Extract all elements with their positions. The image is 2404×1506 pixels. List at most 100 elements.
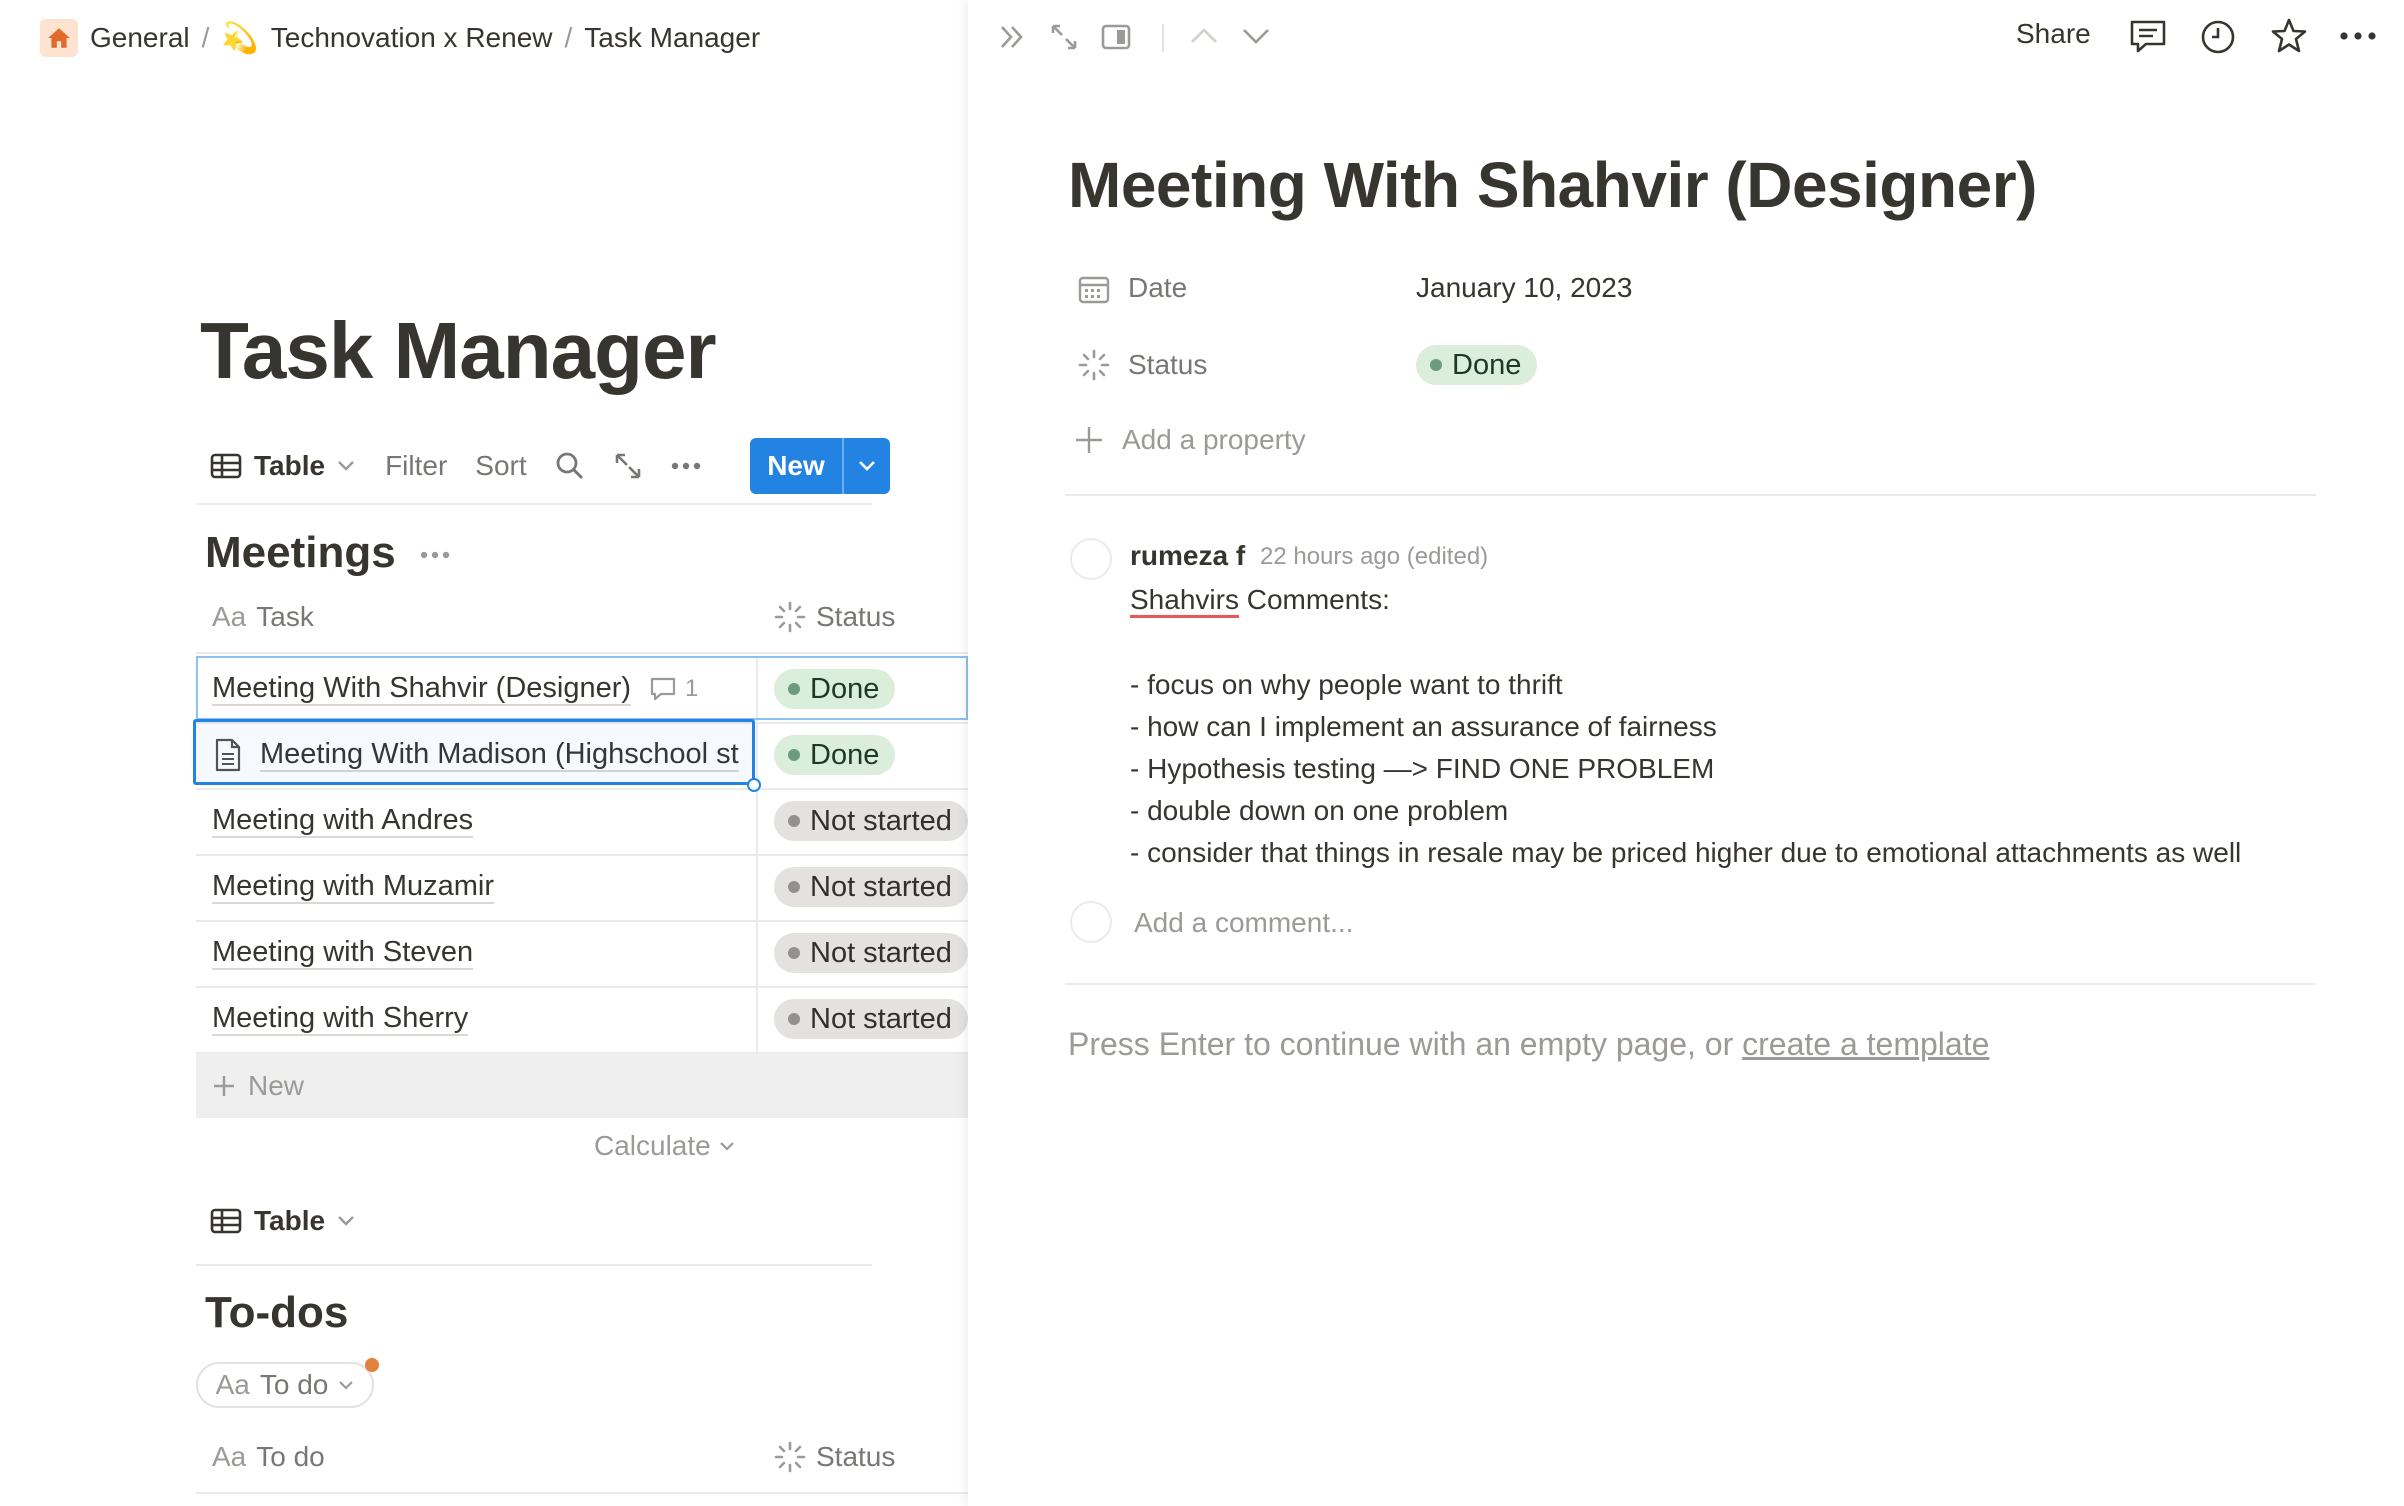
breadcrumb-item-task-manager[interactable]: Task Manager [584, 22, 760, 54]
todo-filter-chip[interactable]: Aa To do [196, 1362, 374, 1408]
page-title[interactable]: Task Manager [200, 305, 717, 397]
add-row-button[interactable]: New [196, 1054, 968, 1118]
status-cell[interactable]: Not started [774, 986, 968, 1052]
task-cell[interactable]: Meeting with Andres [212, 788, 474, 854]
status-badge-label: Not started [810, 870, 952, 903]
breadcrumb-separator: / [201, 22, 210, 53]
cell-divider [756, 920, 758, 986]
task-title[interactable]: Meeting with Steven [212, 936, 474, 970]
table-row[interactable]: Meeting with Steven Not started [196, 920, 968, 988]
misspelled-word[interactable]: Shahvirs [1130, 584, 1239, 618]
status-dot [788, 815, 800, 827]
side-peek-panel: Share Meeting With Shahvir (Designer) Da… [968, 0, 2404, 1506]
table-header-divider [196, 1492, 968, 1494]
sort-button[interactable]: Sort [475, 450, 526, 482]
table-icon [210, 1207, 242, 1235]
calculate-button[interactable]: Calculate [594, 1130, 735, 1162]
avatar[interactable] [1070, 538, 1112, 580]
status-badge: Not started [774, 933, 968, 973]
status-icon [774, 1441, 806, 1473]
todo-chip-label: To do [259, 1369, 329, 1400]
star-icon[interactable] [2270, 17, 2308, 55]
property-label-status[interactable]: Status [1128, 349, 1207, 381]
more-icon[interactable] [671, 462, 701, 470]
chevron-down-icon [337, 460, 355, 472]
status-cell[interactable]: Not started [774, 788, 968, 854]
group-title-todos[interactable]: To-dos [205, 1288, 348, 1338]
status-cell[interactable]: Done [774, 722, 896, 788]
task-cell[interactable]: Meeting with Steven [212, 920, 474, 986]
new-button[interactable]: New [750, 438, 890, 494]
more-icon[interactable] [2340, 32, 2376, 40]
view-selector[interactable]: Table [210, 1205, 355, 1237]
filter-button[interactable]: Filter [385, 450, 447, 482]
view-selector[interactable]: Table [210, 450, 355, 482]
column-header-status[interactable]: Status [774, 1441, 895, 1473]
group-title-meetings[interactable]: Meetings [205, 528, 396, 578]
cell-divider [756, 986, 758, 1052]
more-icon[interactable] [420, 551, 450, 559]
toolbar-divider [1162, 24, 1164, 52]
comment-first-line: Shahvirs Comments: [1130, 584, 1390, 618]
column-header-task[interactable]: Aa Task [212, 601, 314, 633]
peek-mode-icon[interactable] [1101, 24, 1131, 50]
fill-handle[interactable] [747, 778, 761, 792]
property-value-date[interactable]: January 10, 2023 [1416, 272, 1632, 304]
breadcrumb-item-technovation[interactable]: Technovation x Renew [271, 22, 553, 54]
divider [196, 503, 872, 505]
add-property-button[interactable]: Add a property [1074, 424, 1306, 456]
divider [1065, 983, 2316, 985]
status-badge-label: Not started [810, 1002, 952, 1035]
breadcrumb: General / 💫 Technovation x Renew / Task … [40, 18, 760, 58]
task-cell[interactable]: Meeting with Sherry [212, 986, 469, 1052]
table-row[interactable]: Meeting with Sherry Not started [196, 986, 968, 1054]
expand-icon[interactable] [1049, 22, 1079, 52]
share-button[interactable]: Share [2016, 18, 2091, 50]
status-cell[interactable]: Not started [774, 854, 968, 920]
task-title[interactable]: Meeting with Andres [212, 804, 474, 838]
status-icon [1078, 349, 1110, 381]
task-title[interactable]: Meeting with Muzamir [212, 870, 495, 904]
status-dot [788, 881, 800, 893]
status-badge-label: Done [810, 738, 880, 771]
chevron-up-icon[interactable] [1189, 26, 1219, 46]
status-cell[interactable]: Not started [774, 920, 968, 986]
property-value-status[interactable]: Done [1416, 345, 1538, 385]
create-template-link[interactable]: create a template [1742, 1026, 1989, 1062]
table-header-divider [196, 652, 968, 654]
expand-icon[interactable] [613, 451, 643, 481]
text-property-icon: Aa [212, 601, 247, 632]
property-label-date[interactable]: Date [1128, 272, 1187, 304]
search-icon[interactable] [555, 451, 585, 481]
comment-line: - Hypothesis testing —> FIND ONE PROBLEM [1130, 753, 1715, 784]
peek-page-title[interactable]: Meeting With Shahvir (Designer) [1068, 148, 2037, 222]
chevron-down-icon [719, 1142, 734, 1151]
column-header-status[interactable]: Status [774, 601, 895, 633]
comment-icon[interactable] [2129, 19, 2167, 55]
text-property-icon: Aa [212, 1441, 247, 1472]
breadcrumb-item-general[interactable]: General [90, 22, 190, 54]
empty-page-hint: Press Enter to continue with an empty pa… [1068, 1026, 1989, 1063]
close-peek-icon[interactable] [997, 22, 1027, 52]
new-button-label: New [767, 450, 825, 481]
table-row[interactable]: Meeting with Andres Not started [196, 788, 968, 856]
chevron-down-icon [339, 1381, 354, 1390]
table-row[interactable]: Meeting with Muzamir Not started [196, 854, 968, 922]
hint-text: Press Enter to continue with an empty pa… [1068, 1026, 1743, 1062]
add-property-label: Add a property [1122, 424, 1306, 455]
comment-author[interactable]: rumeza f [1130, 540, 1245, 572]
status-icon [774, 601, 806, 633]
column-header-todo[interactable]: Aa To do [212, 1441, 325, 1473]
chevron-down-icon[interactable] [844, 460, 890, 472]
chevron-down-icon[interactable] [1241, 26, 1271, 46]
add-comment-input[interactable]: Add a comment... [1134, 907, 1353, 939]
task-cell[interactable]: Meeting with Muzamir [212, 854, 495, 920]
task-title[interactable]: Meeting with Sherry [212, 1002, 469, 1036]
notification-dot [365, 1358, 379, 1372]
status-badge-label: Done [1452, 348, 1522, 381]
status-badge-label: Not started [810, 936, 952, 969]
status-dot [788, 947, 800, 959]
database-toolbar: Table Filter Sort [210, 438, 701, 494]
status-dot [1430, 359, 1442, 371]
clock-icon[interactable] [2200, 19, 2236, 55]
